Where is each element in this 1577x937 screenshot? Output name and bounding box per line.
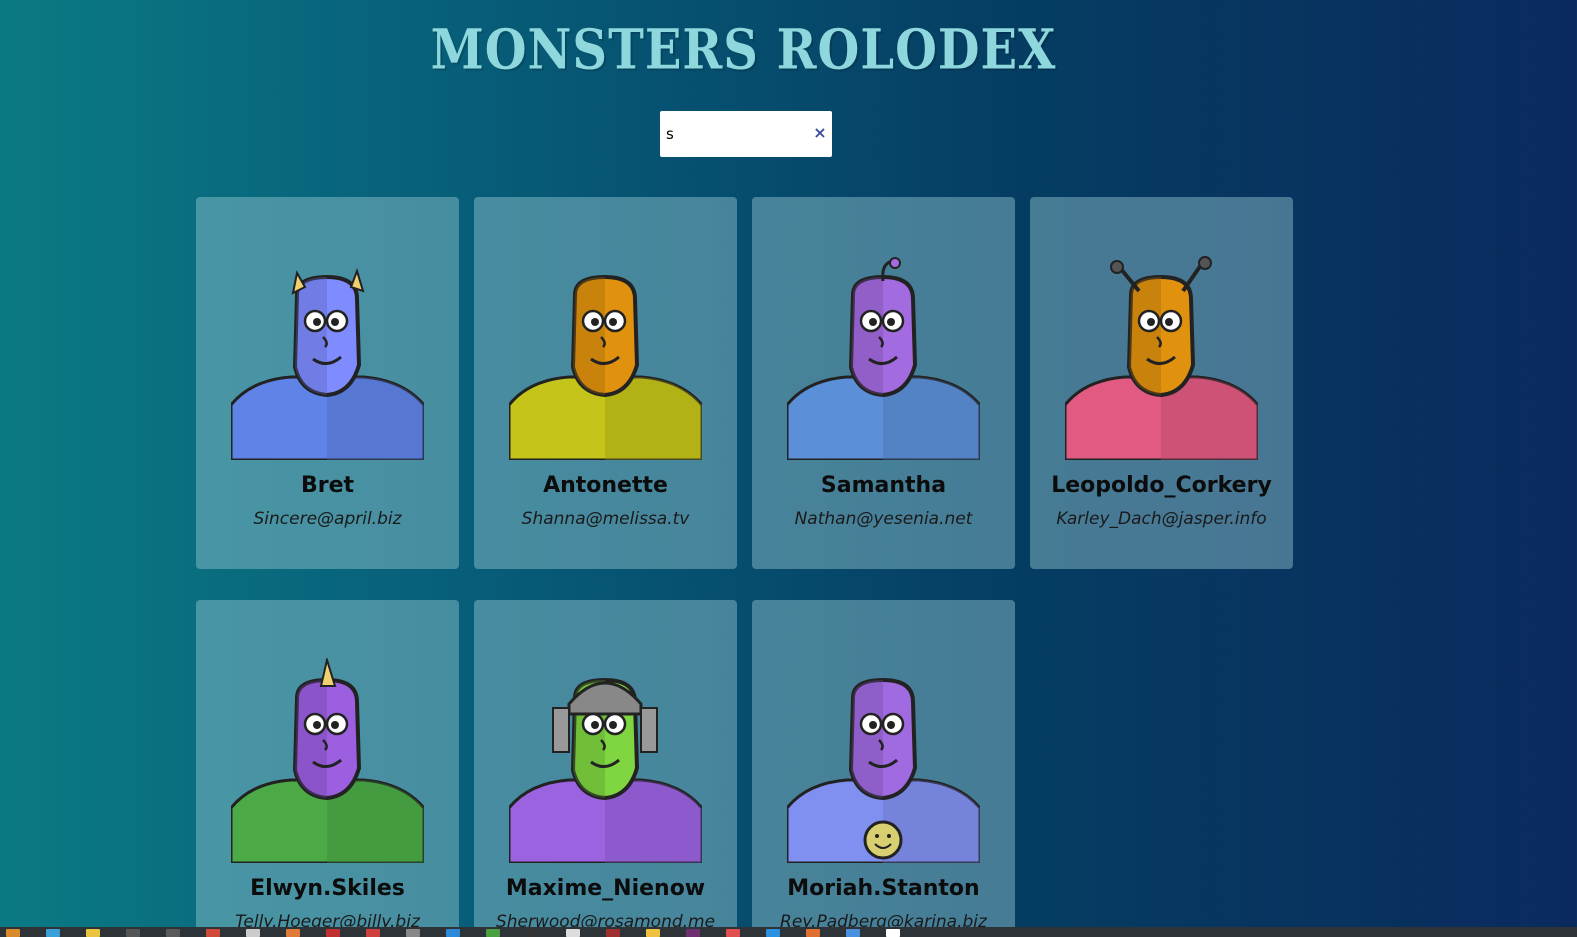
monster-name: Elwyn.Skiles (250, 876, 405, 901)
taskbar-app-icon[interactable] (206, 929, 220, 937)
clear-search-icon[interactable]: × (812, 124, 828, 142)
taskbar-app-icon[interactable] (166, 929, 180, 937)
taskbar-app-icon[interactable] (326, 929, 340, 937)
taskbar-app-icon[interactable] (126, 929, 140, 937)
taskbar-app-icon[interactable] (526, 929, 540, 937)
taskbar-app-icon[interactable] (846, 929, 860, 937)
monster-card[interactable]: Elwyn.Skiles Telly.Hoeger@billy.biz (196, 600, 459, 937)
search-box: × (660, 111, 832, 157)
taskbar-app-icon[interactable] (46, 929, 60, 937)
monster-name: Bret (300, 473, 355, 498)
taskbar-app-icon[interactable] (806, 929, 820, 937)
monster-name: Moriah.Stanton (787, 876, 980, 901)
search-input[interactable] (660, 111, 810, 157)
monster-card[interactable]: Antonette Shanna@melissa.tv (474, 197, 737, 569)
taskbar-app-icon[interactable] (6, 929, 20, 937)
monster-name: Maxime_Nienow (505, 876, 706, 901)
monster-email: Sincere@april.biz (253, 509, 402, 529)
taskbar-app-icon[interactable] (286, 929, 300, 937)
monster-email: Karley_Dach@jasper.info (1056, 509, 1267, 529)
taskbar-app-icon[interactable] (686, 929, 700, 937)
taskbar-app-icon[interactable] (406, 929, 420, 937)
monster-card[interactable]: Moriah.Stanton Rey.Padberg@karina.biz (752, 600, 1015, 937)
taskbar-app-icon[interactable] (646, 929, 660, 937)
monster-avatar (785, 255, 982, 462)
taskbar (0, 927, 1577, 937)
monster-name: Samantha (820, 473, 947, 498)
monster-avatar (229, 656, 426, 865)
monster-card[interactable]: Leopoldo_Corkery Karley_Dach@jasper.info (1030, 197, 1293, 569)
app-title: MONSTERS ROLODEX (430, 17, 1057, 83)
taskbar-app-icon[interactable] (486, 929, 500, 937)
taskbar-app-icon[interactable] (566, 929, 580, 937)
monster-avatar (1063, 255, 1260, 462)
monster-email: Nathan@yesenia.net (794, 509, 973, 529)
taskbar-app-icon[interactable] (246, 929, 260, 937)
monster-avatar (507, 255, 704, 462)
taskbar-app-icon[interactable] (86, 929, 100, 937)
taskbar-app-icon[interactable] (366, 929, 380, 937)
taskbar-app-icon[interactable] (726, 929, 740, 937)
monster-card[interactable]: Bret Sincere@april.biz (196, 197, 459, 569)
taskbar-app-icon[interactable] (886, 929, 900, 937)
monster-avatar (785, 658, 982, 865)
monster-email: Shanna@melissa.tv (521, 509, 690, 529)
taskbar-app-icon[interactable] (766, 929, 780, 937)
monster-name: Antonette (543, 473, 668, 498)
monster-card[interactable]: Maxime_Nienow Sherwood@rosamond.me (474, 600, 737, 937)
monster-avatar (507, 658, 704, 865)
monster-name: Leopoldo_Corkery (1051, 473, 1272, 498)
monster-card[interactable]: Samantha Nathan@yesenia.net (752, 197, 1015, 569)
taskbar-app-icon[interactable] (606, 929, 620, 937)
monster-avatar (229, 255, 426, 462)
taskbar-app-icon[interactable] (446, 929, 460, 937)
